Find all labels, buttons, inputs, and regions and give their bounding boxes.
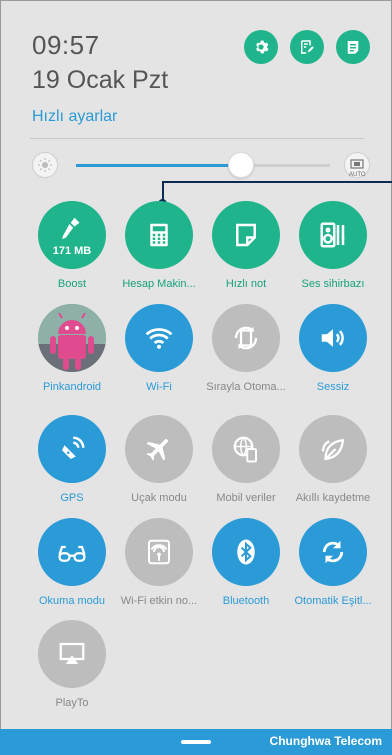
tile-audio-wizard[interactable]: Ses sihirbazı bbox=[290, 201, 376, 290]
sound-button[interactable] bbox=[299, 304, 367, 372]
cast-icon bbox=[59, 642, 85, 664]
clock-time: 09:57 bbox=[32, 30, 100, 60]
playto-button[interactable] bbox=[38, 620, 106, 688]
tile-playto[interactable]: PlayTo bbox=[29, 620, 115, 709]
tile-label: Sessiz bbox=[316, 381, 350, 393]
auto-rotate-button[interactable] bbox=[212, 304, 280, 372]
header-divider bbox=[30, 138, 364, 139]
calculator-icon bbox=[150, 223, 168, 247]
broom-icon bbox=[62, 217, 80, 239]
tile-label: Bluetooth bbox=[222, 595, 270, 607]
carrier-label: Chunghwa Telecom bbox=[269, 734, 382, 748]
audio-wizard-button[interactable] bbox=[299, 201, 367, 269]
tile-airplane-mode[interactable]: Uçak modu bbox=[116, 415, 202, 504]
tile-user-profile[interactable]: Pinkandroid bbox=[29, 304, 115, 393]
tile-calculator[interactable]: Hesap Makin... bbox=[116, 201, 202, 290]
wifi-button[interactable] bbox=[125, 304, 193, 372]
brightness-slider-thumb[interactable] bbox=[228, 152, 254, 178]
tile-sound[interactable]: Sessiz bbox=[290, 304, 376, 393]
leaf-icon bbox=[321, 438, 345, 461]
notes-icon bbox=[347, 41, 359, 54]
tile-label: Mobil veriler bbox=[216, 492, 276, 504]
tile-label: GPS bbox=[60, 492, 84, 504]
tile-label: Ses sihirbazı bbox=[301, 278, 365, 290]
wifi-icon bbox=[145, 328, 173, 349]
notification-list-button[interactable] bbox=[336, 30, 370, 64]
auto-sync-button[interactable] bbox=[299, 518, 367, 586]
tile-label: Otomatik Eşitl... bbox=[294, 595, 372, 607]
callout-line-vertical bbox=[162, 181, 164, 201]
tile-label: Hesap Makin... bbox=[122, 278, 196, 290]
tile-label: Wi-Fi bbox=[146, 381, 172, 393]
auto-rotate-icon bbox=[234, 326, 258, 350]
tile-label: Uçak modu bbox=[131, 492, 187, 504]
bluetooth-icon bbox=[237, 539, 255, 565]
mobile-data-button[interactable] bbox=[212, 415, 280, 483]
auto-brightness-label: AUTO bbox=[349, 172, 366, 178]
tile-auto-rotate[interactable]: Sırayla Otoma... bbox=[203, 304, 289, 393]
gps-icon bbox=[62, 436, 85, 459]
tile-label: Sırayla Otoma... bbox=[206, 381, 286, 393]
tile-gps[interactable]: GPS bbox=[29, 415, 115, 504]
tile-boost[interactable]: 171 MB Boost bbox=[29, 201, 115, 290]
gps-button[interactable] bbox=[38, 415, 106, 483]
airplane-mode-button[interactable] bbox=[125, 415, 193, 483]
tile-smart-saving[interactable]: Akıllı kaydetme bbox=[290, 415, 376, 504]
speaker-equalizer-icon bbox=[320, 222, 345, 248]
drag-handle[interactable] bbox=[181, 740, 211, 744]
boost-memory-value: 171 MB bbox=[52, 245, 92, 257]
glasses-icon bbox=[58, 545, 86, 562]
tile-label: Pinkandroid bbox=[42, 381, 102, 393]
brightness-fill bbox=[76, 164, 241, 167]
hotspot-icon bbox=[148, 539, 170, 565]
tile-quick-note[interactable]: Hızlı not bbox=[203, 201, 289, 290]
tile-reading-mode[interactable]: Okuma modu bbox=[29, 518, 115, 607]
edit-quick-settings-button[interactable] bbox=[290, 30, 324, 64]
bluetooth-button[interactable] bbox=[212, 518, 280, 586]
tile-label: PlayTo bbox=[55, 697, 89, 709]
sync-icon bbox=[322, 540, 344, 564]
tile-label: Hızlı not bbox=[225, 278, 267, 290]
tile-label: Wi-Fi etkin no... bbox=[120, 595, 198, 607]
boost-button[interactable]: 171 MB bbox=[38, 201, 106, 269]
mobile-data-icon bbox=[233, 436, 257, 463]
wifi-hotspot-button[interactable] bbox=[125, 518, 193, 586]
settings-button[interactable] bbox=[244, 30, 278, 64]
gear-icon bbox=[256, 40, 269, 54]
brightness-low-icon bbox=[32, 152, 58, 178]
tile-wifi[interactable]: Wi-Fi bbox=[116, 304, 202, 393]
quick-note-button[interactable] bbox=[212, 201, 280, 269]
tile-label: Akıllı kaydetme bbox=[295, 492, 371, 504]
tile-label: Boost bbox=[57, 278, 87, 290]
tile-auto-sync[interactable]: Otomatik Eşitl... bbox=[290, 518, 376, 607]
callout-line bbox=[163, 181, 392, 183]
edit-list-icon bbox=[301, 40, 314, 54]
pink-android-avatar-icon bbox=[38, 304, 106, 372]
tile-bluetooth[interactable]: Bluetooth bbox=[203, 518, 289, 607]
avatar[interactable] bbox=[38, 304, 106, 372]
tile-mobile-data[interactable]: Mobil veriler bbox=[203, 415, 289, 504]
quick-settings-title: Hızlı ayarlar bbox=[32, 108, 118, 125]
speaker-sound-icon bbox=[321, 329, 344, 347]
calculator-button[interactable] bbox=[125, 201, 193, 269]
note-icon bbox=[236, 223, 256, 247]
tile-wifi-hotspot[interactable]: Wi-Fi etkin no... bbox=[116, 518, 202, 607]
reading-mode-button[interactable] bbox=[38, 518, 106, 586]
airplane-icon bbox=[146, 439, 168, 461]
smart-saving-button[interactable] bbox=[299, 415, 367, 483]
tile-label: Okuma modu bbox=[38, 595, 106, 607]
date-label: 19 Ocak Pzt bbox=[32, 66, 169, 94]
